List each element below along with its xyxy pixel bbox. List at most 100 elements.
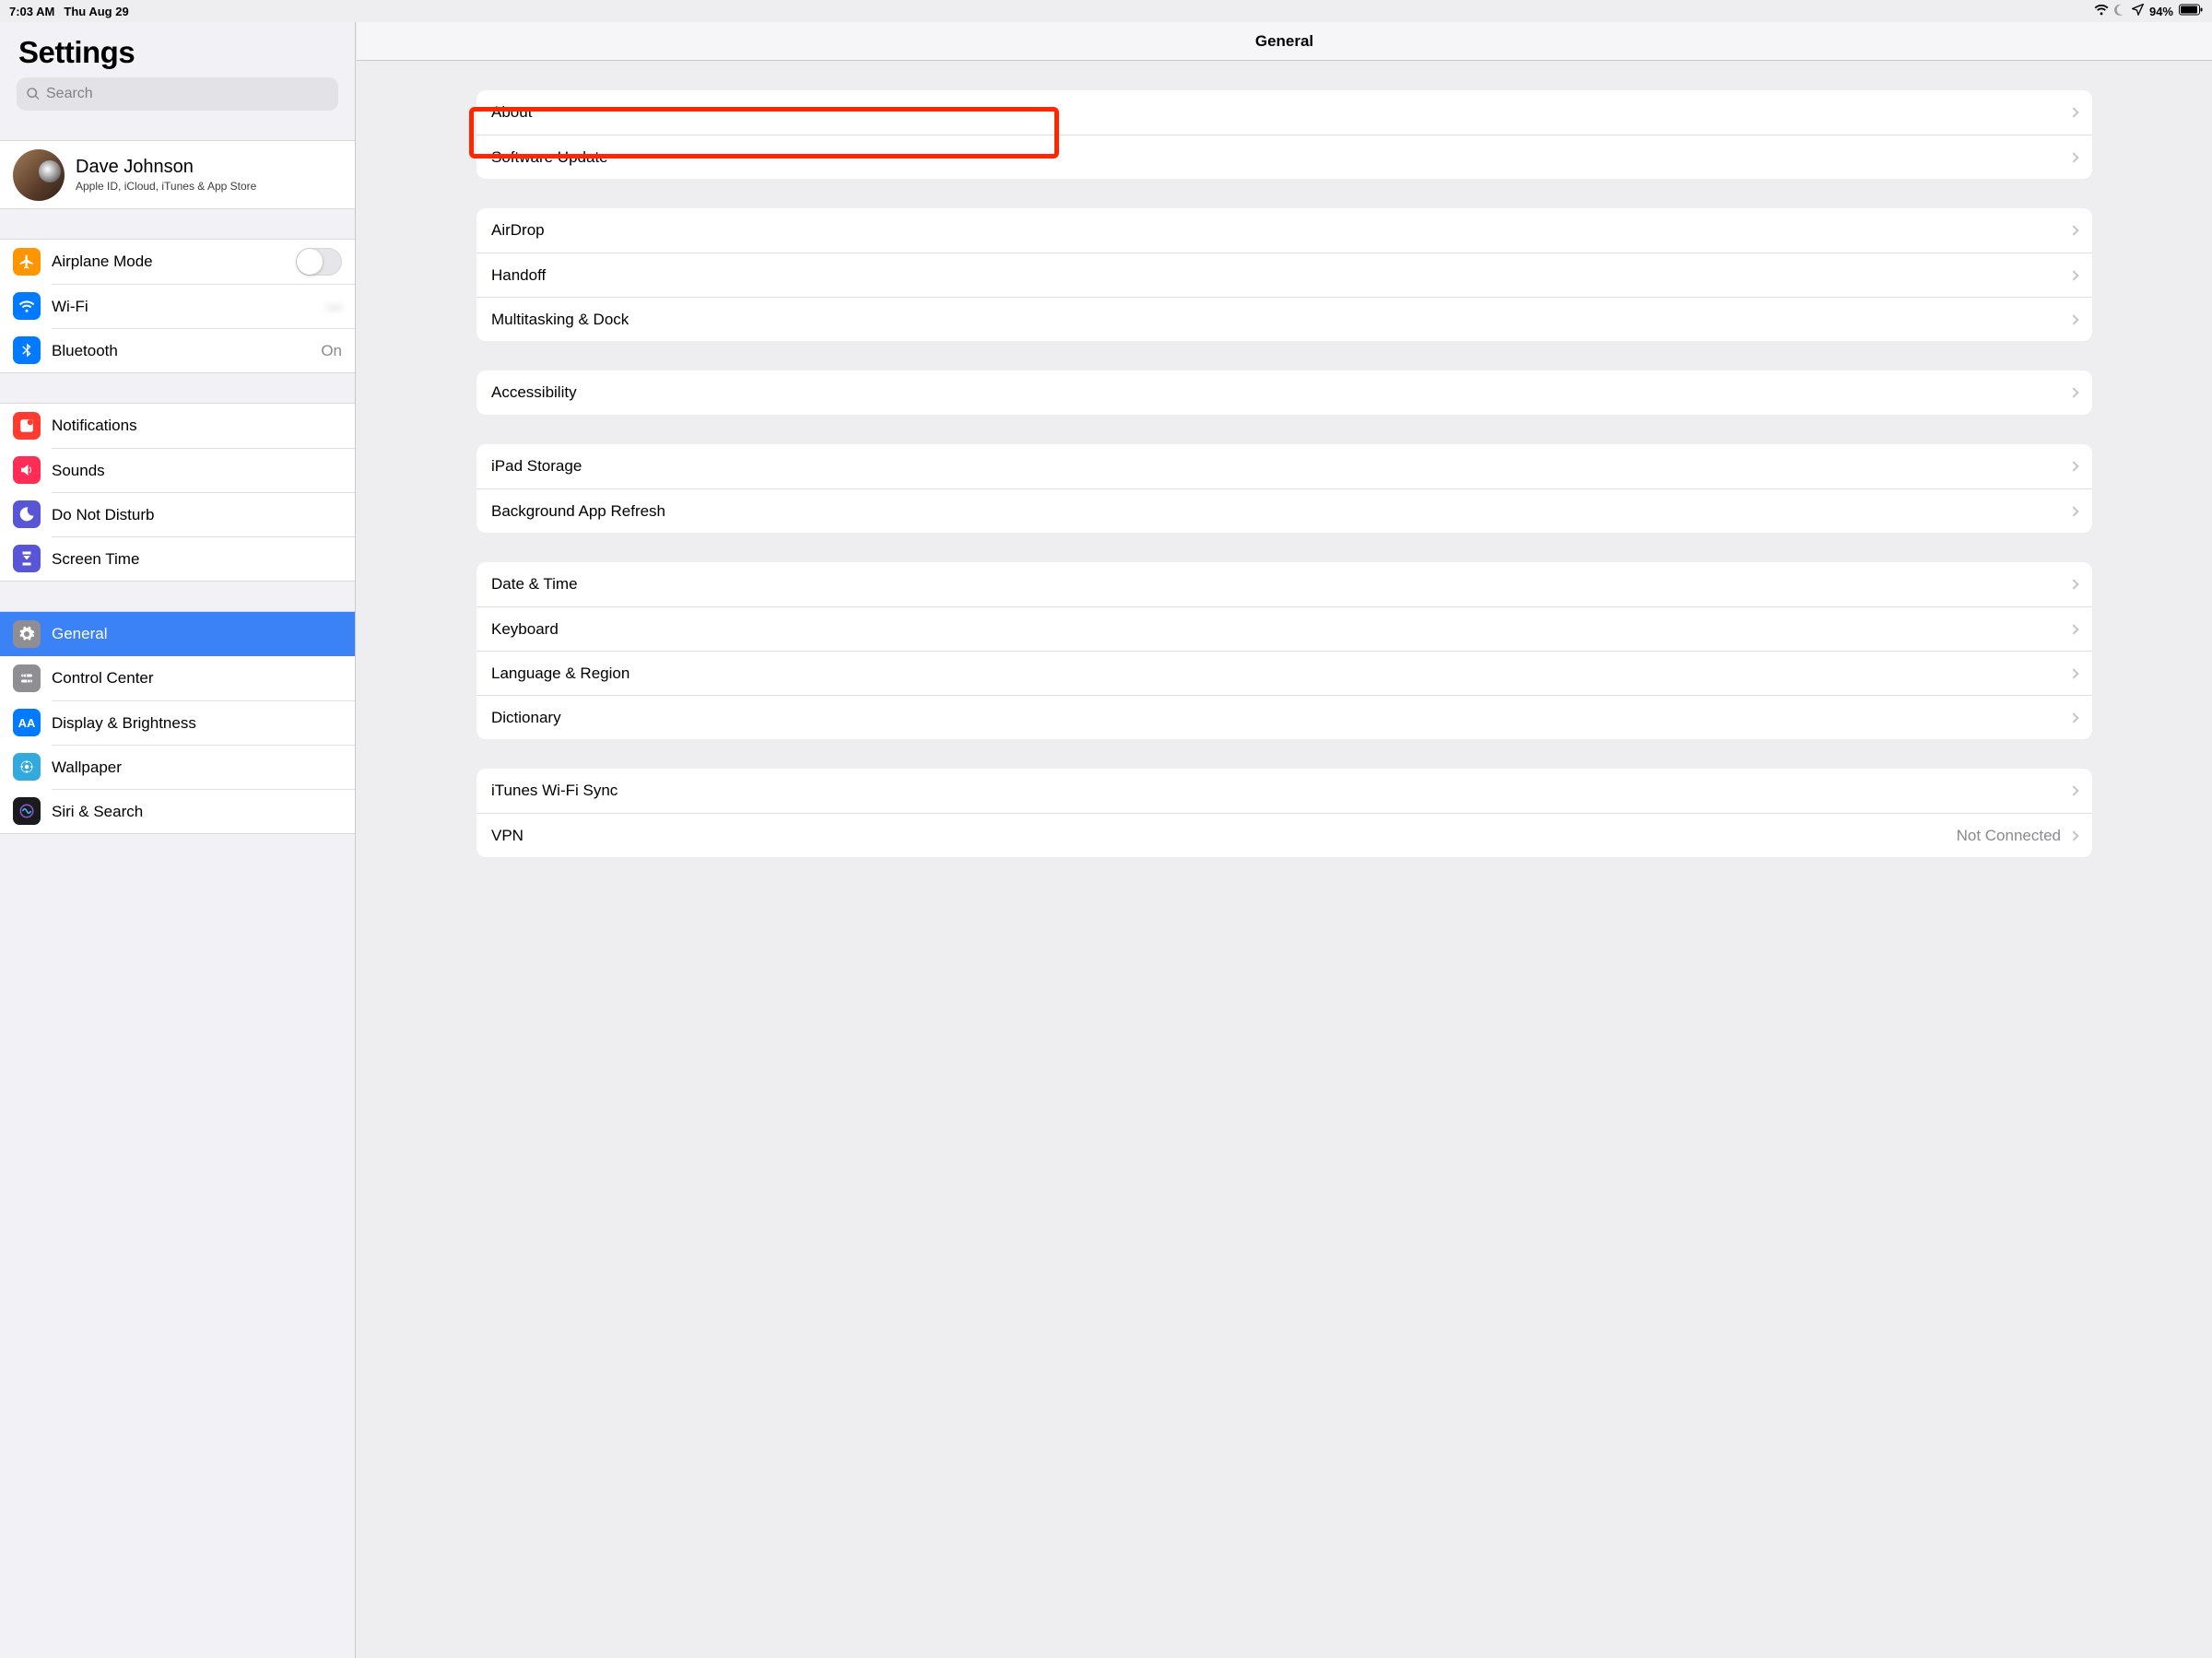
display-icon: AA [13,709,41,736]
detail-item-accessibility[interactable]: Accessibility [477,370,2092,415]
detail-item-label: iPad Storage [491,457,582,476]
chevron-right-icon [2068,668,2078,678]
sidebar-item-label: General [52,625,107,643]
sidebar-item-screentime[interactable]: Screen Time [0,536,355,581]
apple-id-subtitle: Apple ID, iCloud, iTunes & App Store [76,180,256,193]
detail-item-multitasking[interactable]: Multitasking & Dock [477,297,2092,341]
chevron-right-icon [2068,107,2078,117]
airplane-icon [13,248,41,276]
sidebar-item-label: Notifications [52,417,137,435]
detail-item-airdrop[interactable]: AirDrop [477,208,2092,253]
wifi-icon [2094,5,2109,18]
detail-item-label: Accessibility [491,383,577,402]
detail-item-label: iTunes Wi-Fi Sync [491,782,618,800]
detail-item-keyboard[interactable]: Keyboard [477,606,2092,651]
sounds-icon [13,456,41,484]
dnd-icon [13,500,41,528]
bluetooth-icon [13,336,41,364]
detail-item-label: VPN [491,827,524,845]
sidebar-item-label: Do Not Disturb [52,506,154,524]
detail-item-label: Keyboard [491,620,559,639]
chevron-right-icon [2068,314,2078,324]
chevron-right-icon [2068,506,2078,516]
sidebar-item-label: Siri & Search [52,803,143,821]
siri-icon [13,797,41,825]
apple-id-row[interactable]: Dave Johnson Apple ID, iCloud, iTunes & … [0,140,355,209]
detail-item-storage[interactable]: iPad Storage [477,444,2092,488]
sidebar-item-label: Sounds [52,462,105,480]
chevron-right-icon [2068,579,2078,589]
moon-icon [2114,4,2126,18]
chevron-right-icon [2068,225,2078,235]
control-center-icon [13,664,41,692]
sidebar-item-dnd[interactable]: Do Not Disturb [0,492,355,536]
detail-item-datetime[interactable]: Date & Time [477,562,2092,606]
detail-pane: General About Software Update AirDrop Ha… [357,22,2212,1658]
detail-item-software-update[interactable]: Software Update [477,135,2092,179]
sidebar-item-control-center[interactable]: Control Center [0,656,355,700]
bluetooth-value: On [321,342,342,360]
airplane-toggle[interactable] [296,248,342,276]
sidebar-item-wifi[interactable]: Wi-Fi — [0,284,355,328]
sidebar: Settings Search Dave Johnson Apple ID, i… [0,22,356,1658]
wallpaper-icon [13,753,41,781]
search-placeholder: Search [46,86,93,102]
sidebar-item-airplane[interactable]: Airplane Mode [0,240,355,284]
general-icon [13,620,41,648]
sidebar-item-label: Control Center [52,669,154,688]
chevron-right-icon [2068,830,2078,841]
chevron-right-icon [2068,785,2078,795]
sidebar-item-sounds[interactable]: Sounds [0,448,355,492]
detail-item-itunes-sync[interactable]: iTunes Wi-Fi Sync [477,769,2092,813]
apple-id-name: Dave Johnson [76,157,256,178]
sidebar-item-label: Wi-Fi [52,298,88,316]
detail-item-label: Background App Refresh [491,502,665,521]
detail-item-vpn[interactable]: VPN Not Connected [477,813,2092,857]
avatar [13,149,65,201]
search-input[interactable]: Search [17,77,338,111]
battery-icon [2179,4,2203,18]
detail-item-label: Dictionary [491,709,561,727]
detail-item-label: Software Update [491,148,608,167]
detail-item-handoff[interactable]: Handoff [477,253,2092,297]
location-icon [2132,4,2144,18]
chevron-right-icon [2068,712,2078,723]
sidebar-item-label: Airplane Mode [52,253,153,271]
status-date: Thu Aug 29 [64,5,128,18]
detail-item-language[interactable]: Language & Region [477,651,2092,695]
status-bar: 7:03 AM Thu Aug 29 94% [0,0,2212,22]
detail-item-about[interactable]: About [477,90,2092,135]
chevron-right-icon [2068,152,2078,162]
detail-item-label: About [491,103,532,122]
sidebar-item-label: Display & Brightness [52,714,196,733]
battery-pct: 94% [2149,5,2173,18]
wifi-settings-icon [13,292,41,320]
sidebar-item-label: Bluetooth [52,342,118,360]
detail-header: General [357,22,2212,61]
screentime-icon [13,545,41,572]
status-time: 7:03 AM [9,5,54,18]
sidebar-item-display[interactable]: AA Display & Brightness [0,700,355,745]
detail-title: General [1255,32,1313,51]
sidebar-item-bluetooth[interactable]: Bluetooth On [0,328,355,372]
detail-item-dictionary[interactable]: Dictionary [477,695,2092,739]
sidebar-item-general[interactable]: General [0,612,355,656]
detail-item-label: Date & Time [491,575,578,594]
wifi-value: — [326,298,342,316]
vpn-value: Not Connected [1957,827,2061,845]
sidebar-item-siri[interactable]: Siri & Search [0,789,355,833]
chevron-right-icon [2068,461,2078,471]
detail-item-bgrefresh[interactable]: Background App Refresh [477,488,2092,533]
settings-title: Settings [0,22,355,77]
detail-item-label: Handoff [491,266,546,285]
notifications-icon [13,412,41,440]
sidebar-item-label: Screen Time [52,550,139,569]
sidebar-item-notifications[interactable]: Notifications [0,404,355,448]
chevron-right-icon [2068,624,2078,634]
search-icon [26,87,41,101]
detail-item-label: Language & Region [491,664,629,683]
sidebar-item-wallpaper[interactable]: Wallpaper [0,745,355,789]
detail-item-label: Multitasking & Dock [491,311,629,329]
chevron-right-icon [2068,387,2078,397]
chevron-right-icon [2068,270,2078,280]
